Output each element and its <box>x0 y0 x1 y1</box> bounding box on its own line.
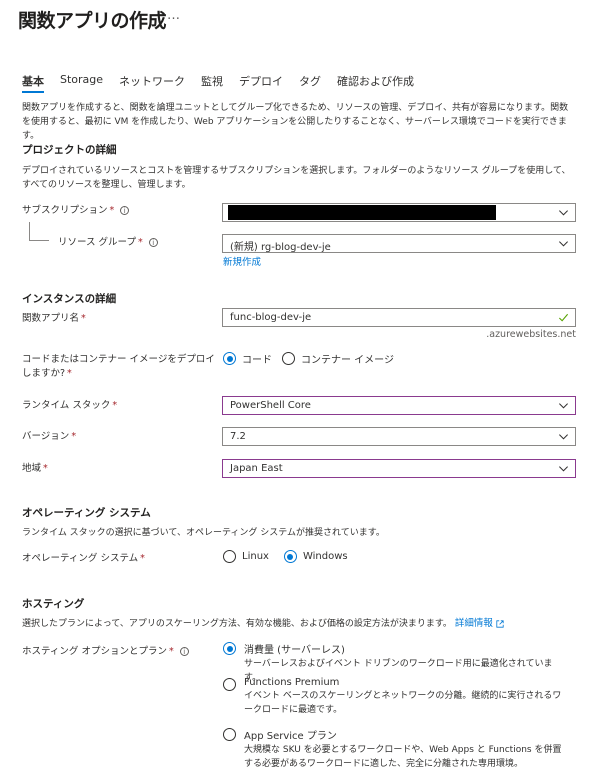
radio-linux[interactable] <box>223 550 236 563</box>
required-marker: * <box>43 463 48 474</box>
more-icon[interactable]: … <box>167 8 181 23</box>
intro-text: 関数アプリを作成すると、関数を論理ユニットとしてグループ化できるため、リソースの… <box>22 103 569 141</box>
subscription-label-text: サブスクリプション <box>22 205 108 216</box>
required-marker: * <box>109 205 115 216</box>
radio-windows-label: Windows <box>302 551 348 562</box>
redacted-subscription-value <box>228 205 496 220</box>
version-label-text: バージョン <box>22 431 70 442</box>
region-value: Japan East <box>230 463 283 474</box>
radio-code-label: コード <box>242 355 272 366</box>
radio-premium[interactable] <box>223 678 236 691</box>
external-link-icon <box>496 619 504 628</box>
tab-storage[interactable]: Storage <box>60 73 103 93</box>
os-label-text: オペレーティング システム <box>22 553 139 564</box>
radio-container-image-label: コンテナー イメージ <box>301 355 394 366</box>
deploy-type-radio-group: コード コンテナー イメージ <box>223 351 394 366</box>
tab-monitoring[interactable]: 監視 <box>201 73 223 93</box>
resource-group-label-text: リソース グループ <box>58 237 136 248</box>
runtime-stack-select[interactable]: PowerShell Core <box>222 396 576 415</box>
chevron-down-icon <box>559 434 568 440</box>
plan-premium-name: Functions Premium <box>244 677 340 688</box>
required-marker: * <box>137 237 143 248</box>
resource-group-label: リソース グループ * i <box>58 236 158 250</box>
version-label: バージョン * <box>22 430 76 444</box>
app-name-label-text: 関数アプリ名 <box>22 313 80 324</box>
region-select[interactable]: Japan East <box>222 459 576 478</box>
radio-consumption[interactable] <box>223 642 236 655</box>
info-icon[interactable]: i <box>148 238 158 247</box>
tab-bar: 基本 Storage ネットワーク 監視 デプロイ タグ 確認および作成 <box>22 73 430 93</box>
chevron-down-icon <box>559 241 568 247</box>
runtime-stack-label: ランタイム スタック * <box>22 399 117 413</box>
instance-details-heading: インスタンスの詳細 <box>22 293 117 305</box>
plan-app-service-name: App Service プラン <box>244 731 337 742</box>
required-marker: * <box>112 400 118 411</box>
runtime-stack-value: PowerShell Core <box>230 400 311 411</box>
subscription-select[interactable] <box>222 203 576 222</box>
app-name-input[interactable]: func-blog-dev-je <box>222 308 576 327</box>
radio-container-image[interactable] <box>282 352 295 365</box>
hosting-plan-label: ホスティング オプションとプラン * i <box>22 645 189 659</box>
chevron-down-icon <box>559 403 568 409</box>
radio-windows[interactable] <box>283 550 297 563</box>
tab-basics[interactable]: 基本 <box>22 73 44 93</box>
plan-option-premium[interactable]: Functions Premium イベント ベースのスケーリングとネットワーク… <box>223 677 568 717</box>
os-label: オペレーティング システム * <box>22 552 145 566</box>
tree-connector-vertical <box>29 222 30 240</box>
plan-option-app-service[interactable]: App Service プラン 大規模な SKU を必要とするワークロードや、W… <box>223 727 568 771</box>
subscription-label: サブスクリプション * i <box>22 204 130 218</box>
chevron-down-icon <box>559 210 568 216</box>
create-new-resource-group-link[interactable]: 新規作成 <box>223 254 261 268</box>
radio-app-service[interactable] <box>223 728 236 741</box>
required-marker: * <box>67 368 72 379</box>
info-icon[interactable]: i <box>120 206 130 215</box>
version-value: 7.2 <box>230 431 246 442</box>
app-name-value: func-blog-dev-je <box>230 312 312 323</box>
hosting-plan-label-text: ホスティング オプションとプラン <box>22 646 167 657</box>
hosting-heading: ホスティング <box>22 598 85 610</box>
plan-premium-desc: イベント ベースのスケーリングとネットワークの分離。継続的に実行されるワークロー… <box>244 691 562 715</box>
page-title: 関数アプリの作成 <box>18 10 167 32</box>
os-description: ランタイム スタックの選択に基づいて、オペレーティング システムが推奨されていま… <box>22 528 385 538</box>
project-details-heading: プロジェクトの詳細 <box>22 144 117 156</box>
os-radio-group: Linux Windows <box>223 550 348 563</box>
info-icon[interactable]: i <box>179 647 189 656</box>
app-name-label: 関数アプリ名 * <box>22 312 86 326</box>
tab-networking[interactable]: ネットワーク <box>119 73 185 93</box>
project-details-description: デプロイされているリソースとコストを管理するサブスクリプションを選択します。フォ… <box>22 166 571 190</box>
details-link-text: 詳細情報 <box>454 618 493 629</box>
required-marker: * <box>168 646 174 657</box>
details-link[interactable]: 詳細情報 <box>455 618 504 629</box>
tab-deployment[interactable]: デプロイ <box>239 73 283 93</box>
resource-group-value: (新規) rg-blog-dev-je <box>230 242 331 253</box>
runtime-stack-label-text: ランタイム スタック <box>22 400 111 411</box>
domain-suffix: .azurewebsites.net <box>486 329 576 340</box>
radio-linux-label: Linux <box>242 551 269 562</box>
region-label: 地域 * <box>22 462 48 476</box>
version-select[interactable]: 7.2 <box>222 427 576 446</box>
deploy-type-label: コードまたはコンテナー イメージをデプロイしますか? * <box>22 353 222 381</box>
os-heading: オペレーティング システム <box>22 507 151 519</box>
resource-group-select[interactable]: (新規) rg-blog-dev-je <box>222 234 576 253</box>
region-label-text: 地域 <box>22 463 42 474</box>
tab-review-create[interactable]: 確認および作成 <box>337 73 414 93</box>
required-marker: * <box>81 313 86 324</box>
tab-tags[interactable]: タグ <box>299 73 321 93</box>
required-marker: * <box>71 431 77 442</box>
hosting-description: 選択したプランによって、アプリのスケーリング方法、有効な機能、および価格の設定方… <box>22 619 452 629</box>
hosting-description-line: 選択したプランによって、アプリのスケーリング方法、有効な機能、および価格の設定方… <box>22 617 577 631</box>
required-marker: * <box>140 553 145 564</box>
plan-app-service-desc: 大規模な SKU を必要とするワークロードや、Web Apps と Functi… <box>244 745 562 769</box>
checkmark-icon <box>558 313 569 322</box>
deploy-type-label-text: コードまたはコンテナー イメージをデプロイしますか? <box>22 354 215 379</box>
plan-consumption-name: 消費量 (サーバーレス) <box>244 645 345 656</box>
chevron-down-icon <box>559 466 568 472</box>
tree-connector-horizontal <box>29 240 49 241</box>
radio-code[interactable] <box>223 352 236 365</box>
